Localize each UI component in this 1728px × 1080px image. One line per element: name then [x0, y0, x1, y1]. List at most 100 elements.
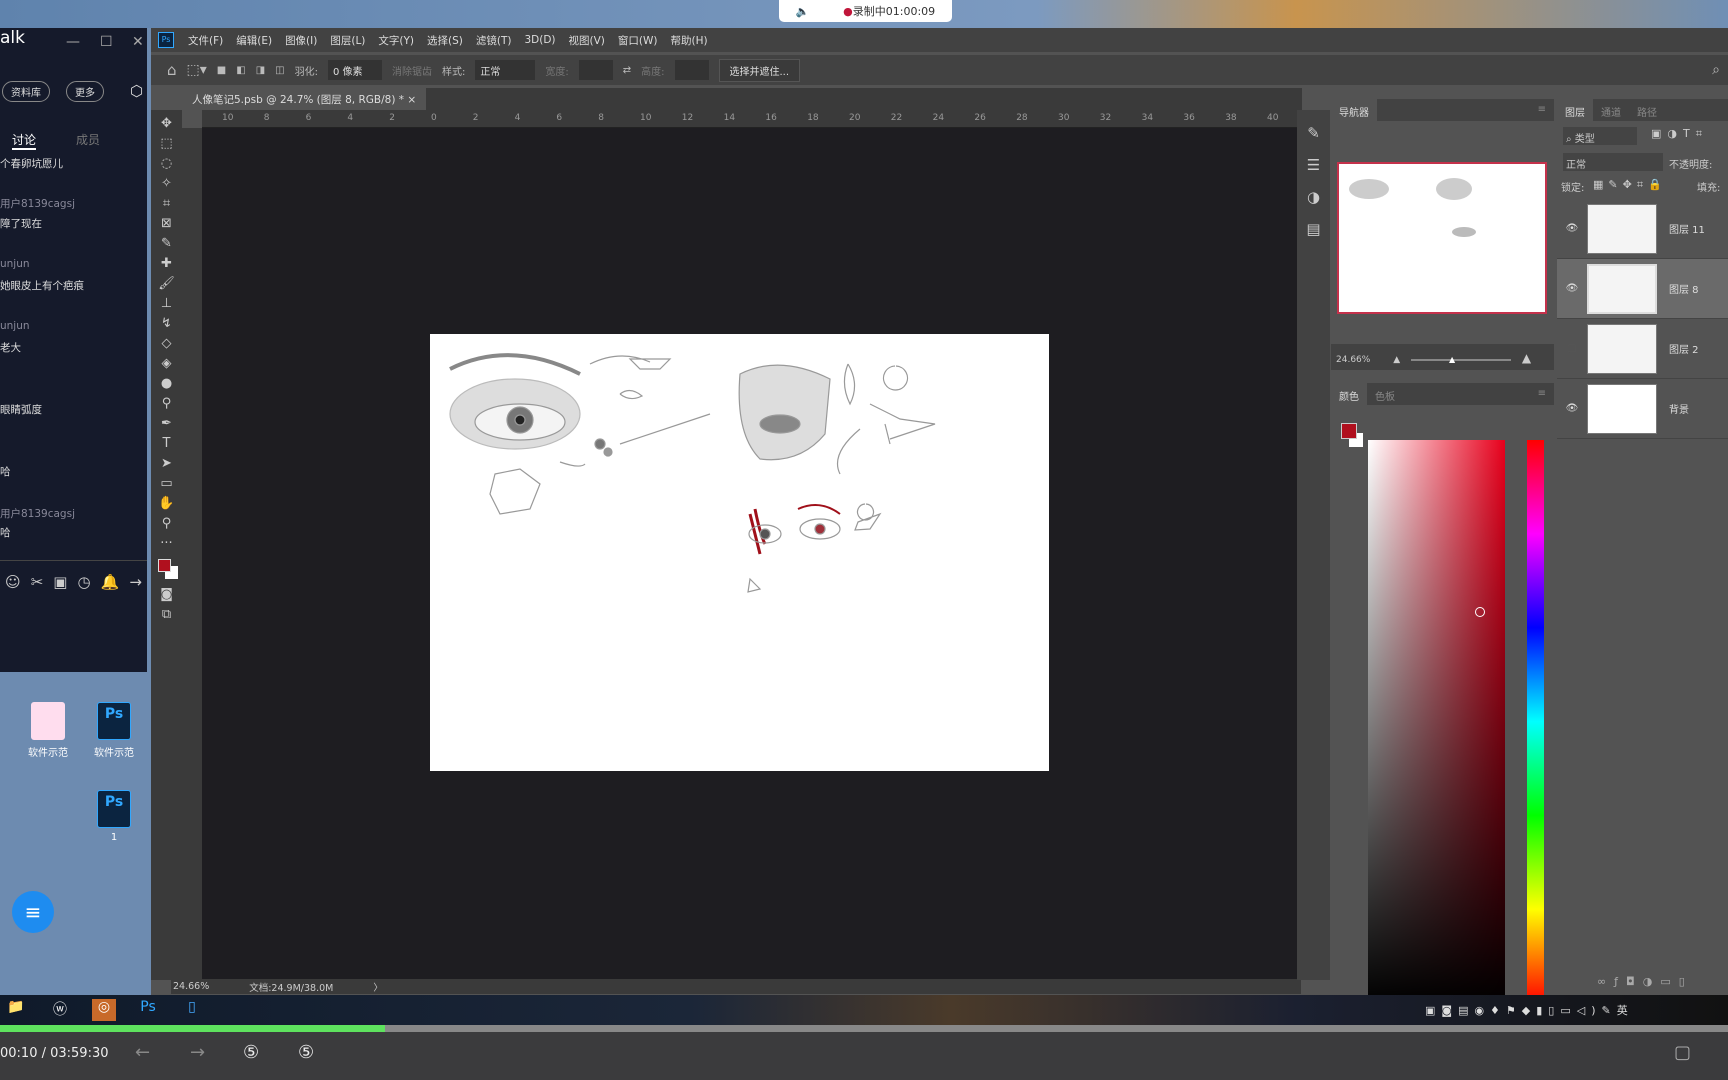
settings-icon[interactable]: ⬡ [130, 82, 143, 100]
healing-brush-icon[interactable]: ✚ [161, 256, 172, 271]
more-button[interactable]: 更多 [66, 81, 104, 102]
layer-filter-select[interactable]: ⌕ 类型 [1563, 127, 1637, 145]
menu-edit[interactable]: 编辑(E) [236, 33, 272, 48]
magic-wand-icon[interactable]: ✧ [161, 176, 172, 191]
blur-tool-icon[interactable]: ● [161, 376, 172, 391]
clock-icon[interactable]: ◷ [78, 573, 91, 591]
new-selection-icon[interactable]: ■ [217, 65, 226, 76]
type-tool-icon[interactable]: T [163, 436, 171, 451]
zoom-slider-handle[interactable]: ▲ [1449, 355, 1455, 364]
close-button[interactable]: ✕ [132, 34, 144, 50]
tab-swatches[interactable]: 色板 [1367, 383, 1403, 405]
minimize-button[interactable]: — [66, 34, 80, 50]
lock-icons[interactable]: ▦✎✥⌗🔒 [1593, 178, 1667, 192]
marquee-tool-icon[interactable]: ⬚ [160, 136, 172, 151]
path-select-icon[interactable]: ➤ [161, 456, 172, 471]
layer-row[interactable]: 👁 背景 [1557, 379, 1728, 439]
canvas-area[interactable] [202, 128, 1302, 979]
library-button[interactable]: 资料库 [2, 81, 50, 102]
antialias-checkbox[interactable]: 消除锯齿 [392, 63, 432, 78]
browser-icon[interactable]: ◎ [92, 999, 116, 1021]
swap-icon[interactable]: ⇄ [623, 65, 631, 76]
maximize-button[interactable]: ☐ [100, 34, 113, 50]
zoom-level[interactable]: 24.66% [173, 981, 209, 992]
tab-discussion[interactable]: 讨论 [12, 131, 37, 150]
subtract-selection-icon[interactable]: ◨ [256, 65, 265, 76]
eye-icon[interactable]: 👁 [1557, 283, 1587, 294]
desktop-icon[interactable]: 软件示范 [18, 702, 78, 759]
move-tool-icon[interactable]: ✥ [161, 116, 172, 131]
tab-members[interactable]: 成员 [76, 131, 100, 150]
layer-filter-icons[interactable]: ▣◑T⌗ [1651, 127, 1708, 141]
desktop-icon[interactable]: Ps 1 [84, 790, 144, 843]
color-field[interactable] [1368, 440, 1505, 1003]
menu-3d[interactable]: 3D(D) [524, 34, 555, 46]
desktop-icon[interactable]: Ps 软件示范 [84, 702, 144, 759]
libraries-icon[interactable]: ▤ [1306, 220, 1320, 238]
zoom-out-icon[interactable]: ▲ [1393, 355, 1400, 365]
color-picker-handle[interactable] [1475, 607, 1485, 617]
height-input[interactable] [674, 60, 709, 80]
menu-help[interactable]: 帮助(H) [671, 33, 708, 48]
menu-file[interactable]: 文件(F) [188, 33, 223, 48]
forward-arrow-icon[interactable]: → [190, 1042, 205, 1063]
menu-type[interactable]: 文字(Y) [378, 33, 414, 48]
menu-view[interactable]: 视图(V) [569, 33, 605, 48]
brush-tool-icon[interactable]: 🖌 [158, 276, 175, 291]
dodge-tool-icon[interactable]: ⚲ [162, 396, 172, 411]
back-arrow-icon[interactable]: ← [135, 1042, 150, 1063]
eraser-icon[interactable]: ◇ [162, 336, 172, 351]
zoom-tool-icon[interactable]: ⚲ [162, 516, 172, 531]
zoom-in-icon[interactable]: ▲ [1522, 351, 1531, 365]
eye-icon[interactable]: 👁 [1557, 403, 1587, 414]
eyedropper-icon[interactable]: ✎ [161, 236, 172, 251]
color-swatches[interactable] [155, 556, 179, 582]
video-progress-bar[interactable] [0, 1025, 1728, 1032]
navigator-preview[interactable] [1337, 162, 1547, 314]
chat-bubble-icon[interactable]: ≡ [12, 891, 54, 933]
emoji-icon[interactable]: ☺ [5, 573, 21, 591]
brush-settings-icon[interactable]: ✎ [1307, 124, 1320, 142]
blend-mode-select[interactable]: 正常 [1563, 153, 1663, 171]
scissors-icon[interactable]: ✂ [31, 573, 44, 591]
stamp-tool-icon[interactable]: ⊥ [161, 296, 172, 311]
more-tools-icon[interactable]: ··· [160, 536, 172, 551]
layer-actions-bar[interactable]: ∞ƒ◘◑▭▯ [1597, 975, 1693, 988]
tab-paths[interactable]: 路径 [1629, 99, 1665, 121]
menu-filter[interactable]: 滤镜(T) [476, 33, 512, 48]
layer-row[interactable]: 👁 图层 8 [1557, 259, 1728, 319]
layer-row[interactable]: 👁 图层 11 [1557, 199, 1728, 259]
eye-icon[interactable]: 👁 [1557, 223, 1587, 234]
photoshop-taskbar-icon[interactable]: Ps [136, 999, 160, 1021]
menu-image[interactable]: 图像(I) [285, 33, 317, 48]
panel-menu-icon[interactable]: ≡ [1530, 99, 1554, 121]
menu-select[interactable]: 选择(S) [427, 33, 463, 48]
app-w-icon[interactable]: ⓦ [48, 999, 72, 1021]
tab-layers[interactable]: 图层 [1557, 99, 1593, 121]
style-select[interactable]: 正常 [475, 60, 536, 80]
hand-tool-icon[interactable]: ✋ [158, 496, 174, 511]
file-explorer-icon[interactable]: 📁 [4, 999, 28, 1021]
status-arrow-icon[interactable]: 〉 [373, 980, 383, 994]
image-icon[interactable]: ▣ [53, 573, 67, 591]
foreground-color-swatch[interactable] [1341, 423, 1357, 439]
document-canvas[interactable] [430, 334, 1049, 771]
arrow-right-icon[interactable]: → [129, 573, 142, 591]
layer-row[interactable]: ▢ 图层 2 [1557, 319, 1728, 379]
system-tray[interactable]: ▣◙▤◉♦⚑◆▮▯▭◁)✎英 [1425, 1002, 1634, 1018]
document-tab[interactable]: 人像笔记5.psb @ 24.7% (图层 8, RGB/8) * × [182, 88, 427, 110]
search-icon[interactable]: ⌕ [1712, 62, 1720, 78]
lasso-tool-icon[interactable]: ◌ [161, 156, 172, 171]
select-and-mask-button[interactable]: 选择并遮住... [718, 58, 801, 82]
history-brush-icon[interactable]: ↯ [161, 316, 172, 331]
tab-channels[interactable]: 通道 [1593, 99, 1629, 121]
home-icon[interactable]: ⌂ [167, 61, 177, 79]
zoom-slider[interactable]: ▲ [1411, 355, 1511, 364]
frame-tool-icon[interactable]: ⊠ [161, 216, 172, 231]
properties-icon[interactable]: ◑ [1307, 188, 1320, 206]
tab-color[interactable]: 颜色 [1331, 383, 1367, 405]
rectangle-tool-icon[interactable]: ▭ [160, 476, 172, 491]
bell-icon[interactable]: 🔔 [101, 573, 120, 591]
tab-navigator[interactable]: 导航器 [1331, 99, 1377, 121]
navigator-zoom-value[interactable]: 24.66% [1336, 355, 1370, 365]
